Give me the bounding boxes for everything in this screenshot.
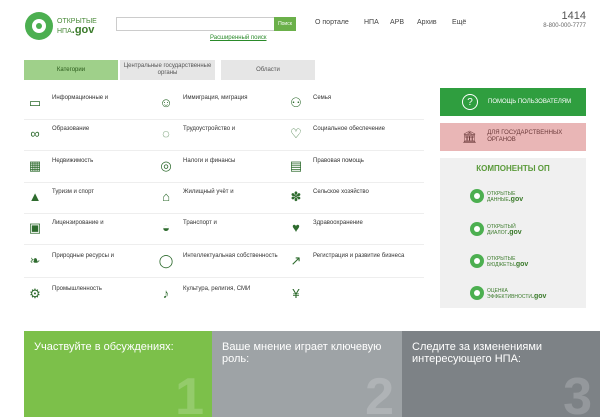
category-label: Жилищный учёт и — [183, 189, 234, 195]
category-label: Правовая помощь — [313, 158, 364, 164]
hand-heart-icon: ♡ — [290, 126, 302, 141]
coins-icon: ◎ — [160, 158, 172, 173]
advanced-search-link[interactable]: Расширенный поиск — [210, 35, 267, 41]
site-logo[interactable]: ОТКРЫТЫЕ НПА.gov — [25, 12, 115, 42]
open-data-logo-icon — [470, 189, 484, 203]
mountain-icon: ▲ — [28, 189, 42, 204]
category-label: Регистрация и развитие бизнеса — [313, 253, 405, 259]
nav-item-about[interactable]: О портале — [315, 19, 349, 26]
nav-item-arv[interactable]: АРВ — [390, 19, 404, 26]
category-label: Интеллектуальная собственность — [183, 253, 278, 259]
monitor-icon: ▭ — [28, 95, 42, 110]
tab-central-agencies[interactable]: Центральные государственные органы — [120, 60, 215, 80]
nav-item-archive[interactable]: Архив — [417, 19, 437, 26]
gear-icon: ⚙ — [29, 286, 41, 301]
search-button[interactable]: Поиск — [274, 17, 296, 31]
chat-icon: ◌ — [162, 126, 170, 141]
logo-text: ОТКРЫТЫЕ НПА.gov — [57, 18, 97, 36]
component-open-dialog[interactable]: ОТКРЫТЫЙ ДИАЛОГ.gov — [470, 221, 540, 237]
tab-categories[interactable]: Категории — [24, 60, 118, 80]
open-dialog-logo-icon — [470, 222, 484, 236]
row-divider — [24, 213, 424, 214]
wheat-icon: ✽ — [290, 189, 302, 204]
banner-follow[interactable]: Следите за изменениями интересующего НПА… — [402, 331, 600, 417]
economy-icon: ¥ — [292, 286, 300, 301]
logo-mark-icon — [25, 12, 53, 40]
component-open-data[interactable]: ОТКРЫТЫЕ ДАННЫЕ.gov — [470, 188, 540, 204]
components-panel: КОМПОНЕНТЫ ОП ОТКРЫТЫЕ ДАННЫЕ.gov ОТКРЫТЫ… — [440, 158, 586, 308]
banner-number: 2 — [365, 368, 394, 417]
category-label: Транспорт и — [183, 220, 217, 226]
search-input[interactable] — [116, 17, 296, 31]
site-header: ОТКРЫТЫЕ НПА.gov Поиск Расширенный поиск… — [0, 0, 600, 52]
category-label: Налоги и финансы — [183, 158, 236, 164]
growth-chart-icon: ↗ — [290, 253, 302, 268]
category-label: Трудоустройство и — [183, 126, 236, 132]
tab-regions[interactable]: Области — [221, 60, 315, 80]
leaf-icon: ❧ — [29, 253, 41, 268]
category-label: Промышленность — [52, 286, 102, 292]
banner-opinion[interactable]: Ваше мнение играет ключевую роль: 2 — [212, 331, 402, 417]
law-book-icon: ▤ — [289, 158, 303, 173]
row-divider — [24, 119, 424, 120]
category-label: Информационные и — [52, 95, 109, 101]
person-icon: ☺ — [159, 95, 173, 110]
category-label: Сельское хозяйство — [313, 189, 369, 195]
efficiency-logo-icon — [470, 286, 484, 300]
license-icon: ▣ — [28, 220, 42, 235]
help-users-button[interactable]: ? ПОМОЩЬ ПОЛЬЗОВАТЕЛЯМ — [440, 88, 586, 116]
open-budgets-logo-icon — [470, 254, 484, 268]
category-label: Лицензирование и — [52, 220, 104, 226]
heart-pulse-icon: ♥ — [292, 220, 300, 235]
row-divider — [24, 182, 424, 183]
banner-number: 1 — [175, 368, 204, 417]
contact-info: 1414 8-800-000-7777 — [543, 10, 586, 30]
category-label: Туризм и спорт — [52, 189, 95, 195]
family-icon: ⚇ — [290, 95, 302, 110]
category-label: Образование — [52, 126, 90, 132]
row-divider — [24, 150, 424, 151]
category-label: Социальное обеспечение — [313, 126, 385, 132]
row-divider — [24, 244, 424, 245]
glasses-icon: ∞ — [30, 126, 40, 141]
building-icon: ▦ — [28, 158, 42, 173]
category-label: Природные ресурсы и — [52, 253, 114, 259]
cap-icon: ⌂ — [162, 189, 170, 204]
question-icon: ? — [462, 94, 478, 110]
nav-item-more[interactable]: Ещё — [452, 19, 466, 26]
gov-agencies-button[interactable]: 🏛 ДЛЯ ГОСУДАРСТВЕННЫХ ОРГАНОВ — [440, 123, 586, 151]
nav-item-npa[interactable]: НПА — [364, 19, 379, 26]
component-efficiency[interactable]: ОЦЕНКА ЭФФЕКТИВНОСТИ.gov — [470, 285, 546, 301]
banner-title: Ваше мнение играет ключевую роль: — [222, 341, 382, 365]
category-label: Культура, религия, СМИ — [183, 286, 251, 292]
row-divider — [24, 277, 424, 278]
components-title: КОМПОНЕНТЫ ОП — [476, 164, 550, 173]
banner-participate[interactable]: Участвуйте в обсуждениях: 1 — [24, 331, 212, 417]
car-icon: ◒ — [162, 220, 170, 235]
government-building-icon: 🏛 — [462, 130, 478, 144]
category-label: Недвижимость — [52, 158, 94, 164]
microphone-icon: ♪ — [162, 286, 170, 301]
lightbulb-icon: ◯ — [158, 253, 174, 268]
banner-title: Следите за изменениями интересующего НПА… — [412, 341, 543, 365]
component-open-budgets[interactable]: ОТКРЫТЫЕ БЮДЖЕТЫ.gov — [470, 253, 540, 269]
banner-title: Участвуйте в обсуждениях: — [34, 341, 174, 353]
category-label: Здравоохранение — [313, 220, 363, 226]
banner-number: 3 — [563, 368, 592, 417]
category-label: Семья — [313, 95, 332, 101]
category-label: Иммиграция, миграция — [183, 95, 248, 101]
